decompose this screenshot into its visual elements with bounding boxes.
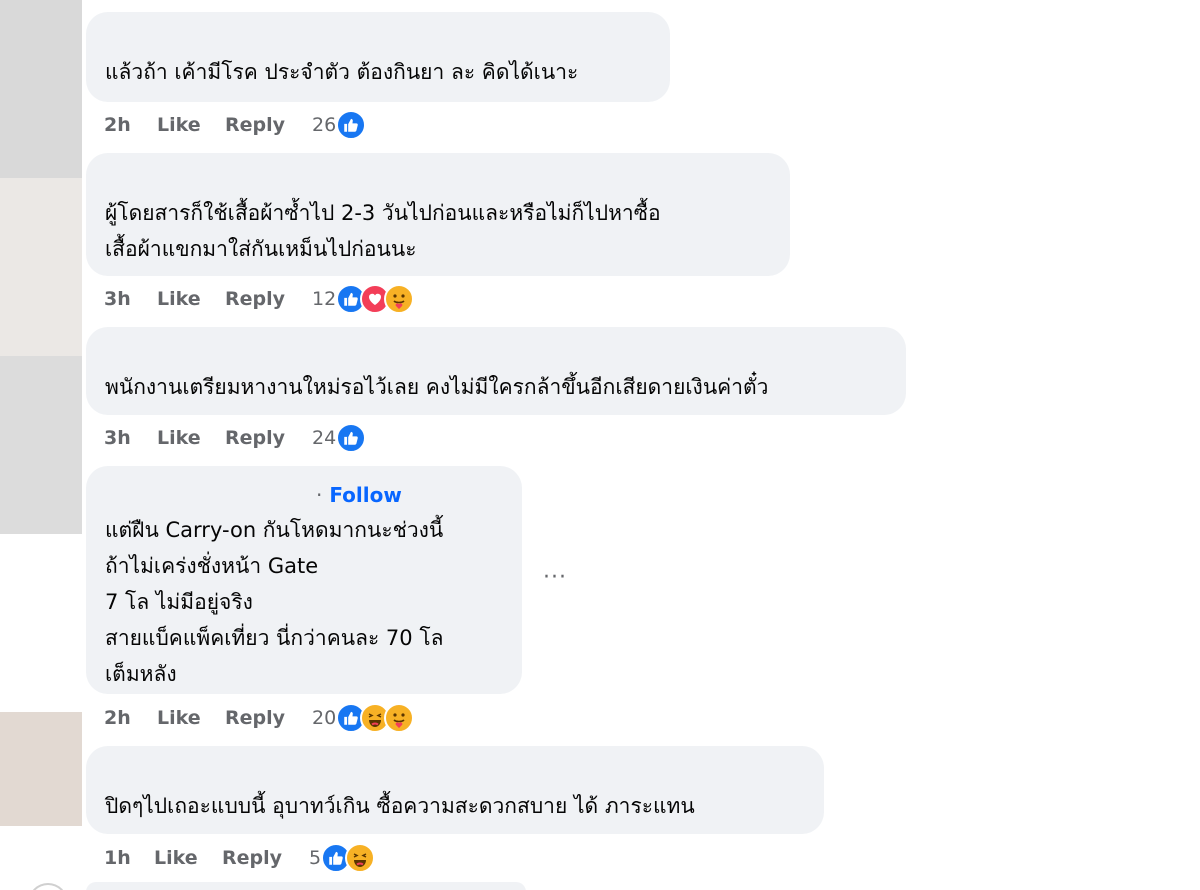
reaction-count[interactable]: 26 [312, 114, 336, 136]
avatar[interactable] [28, 883, 68, 890]
reaction-icons[interactable] [336, 703, 415, 733]
comment-timestamp[interactable]: 1h [104, 847, 154, 869]
comment-text: 7 โล ไม่มีอยู่จริง [105, 590, 253, 614]
comment-text: สายแบ็คแพ็คเที่ยว นี่กว่าคนละ 70 โล [105, 626, 444, 650]
comment-text: เต็มหลัง [105, 662, 177, 686]
more-options-icon[interactable]: ··· [543, 565, 567, 590]
reply-button[interactable]: Reply [225, 288, 312, 310]
thumbs-up-icon [336, 423, 367, 453]
reaction-count[interactable]: 12 [312, 288, 336, 310]
comment-text: เสื้อผ้าแขกมาใส่กันเหม็นไปก่อนนะ [105, 237, 417, 261]
separator-dot: · [316, 483, 323, 507]
avatar[interactable] [0, 712, 82, 826]
avatar[interactable] [0, 356, 82, 534]
reply-button[interactable]: Reply [225, 707, 312, 729]
comment-actions: 2h Like Reply 20 [104, 703, 415, 733]
care-emoji-icon [384, 703, 415, 733]
comment-actions: 3h Like Reply 24 [104, 423, 367, 453]
comment-actions: 3h Like Reply 12 [104, 284, 415, 314]
comment-timestamp[interactable]: 3h [104, 288, 157, 310]
comment-text: แต่ฝืน Carry-on กันโหดมากนะช่วงนี้ [105, 518, 444, 542]
reply-button[interactable]: Reply [225, 114, 312, 136]
like-button[interactable]: Like [154, 847, 222, 869]
comment-bubble [86, 882, 526, 890]
comment-text: แล้วถ้า เค้ามีโรค ประจำตัว ต้องกินยา ละ … [105, 60, 579, 84]
comment-timestamp[interactable]: 2h [104, 114, 157, 136]
reaction-count[interactable]: 20 [312, 707, 336, 729]
comment-text: ปิดๆไปเถอะแบบนี้ อุบาทว์เกิน ซื้อความสะด… [105, 794, 695, 818]
follow-row: · Follow [105, 480, 522, 512]
comment-bubble: พนักงานเตรียมหางานใหม่รอไว้เลย คงไม่มีใค… [86, 327, 906, 415]
thumbs-up-icon [336, 110, 367, 140]
comment-bubble: แล้วถ้า เค้ามีโรค ประจำตัว ต้องกินยา ละ … [86, 12, 670, 102]
comment-bubble: · Follow แต่ฝืน Carry-on กันโหดมากนะช่วง… [86, 466, 522, 694]
comment-bubble: ปิดๆไปเถอะแบบนี้ อุบาทว์เกิน ซื้อความสะด… [86, 746, 824, 834]
reaction-count[interactable]: 5 [309, 847, 321, 869]
comment-timestamp[interactable]: 3h [104, 427, 157, 449]
care-emoji-icon [384, 284, 415, 314]
comment-text: ถ้าไม่เคร่งชั่งหน้า Gate [105, 554, 319, 578]
reply-button[interactable]: Reply [225, 427, 312, 449]
like-button[interactable]: Like [157, 114, 225, 136]
comment-text: ผู้โดยสารก็ใช้เสื้อผ้าซ้ำไป 2-3 วันไปก่อ… [105, 201, 661, 225]
comment-text: พนักงานเตรียมหางานใหม่รอไว้เลย คงไม่มีใค… [105, 375, 769, 399]
comment-timestamp[interactable]: 2h [104, 707, 157, 729]
comment-actions: 2h Like Reply 26 [104, 110, 367, 140]
avatar[interactable] [0, 178, 82, 356]
like-button[interactable]: Like [157, 427, 225, 449]
haha-emoji-icon [345, 843, 376, 873]
reaction-icons[interactable] [336, 423, 367, 453]
reply-button[interactable]: Reply [222, 847, 309, 869]
avatar[interactable] [0, 0, 82, 178]
reaction-icons[interactable] [336, 284, 415, 314]
like-button[interactable]: Like [157, 707, 225, 729]
follow-button[interactable]: Follow [329, 483, 402, 507]
reaction-icons[interactable] [336, 110, 367, 140]
reaction-icons[interactable] [321, 843, 376, 873]
comment-actions: 1h Like Reply 5 [104, 843, 376, 873]
like-button[interactable]: Like [157, 288, 225, 310]
reaction-count[interactable]: 24 [312, 427, 336, 449]
comment-bubble: ผู้โดยสารก็ใช้เสื้อผ้าซ้ำไป 2-3 วันไปก่อ… [86, 153, 790, 276]
